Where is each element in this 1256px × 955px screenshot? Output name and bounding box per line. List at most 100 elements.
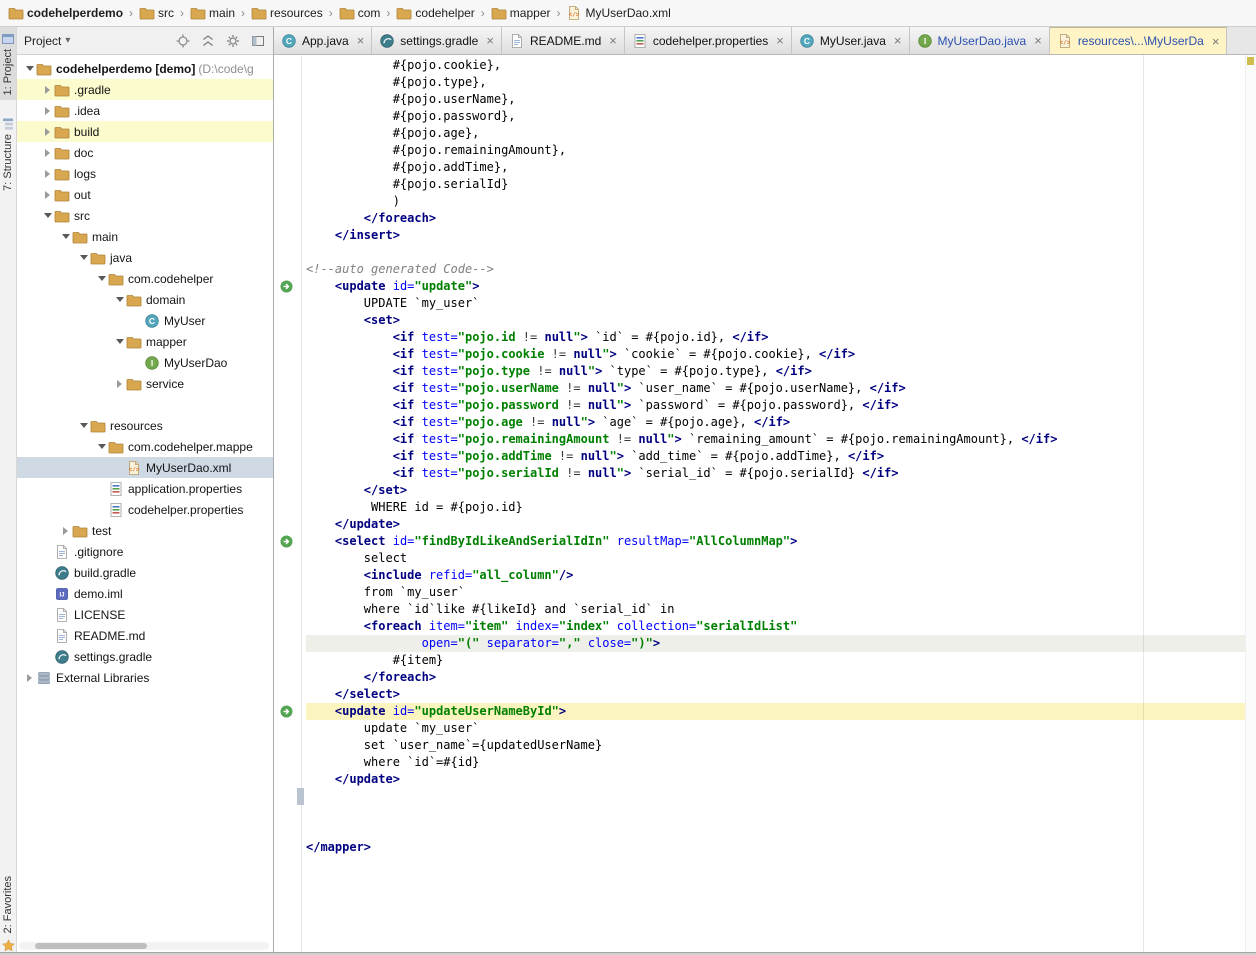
tree-row[interactable]: .gitignore (17, 541, 273, 562)
tree-toggle-arrow[interactable] (95, 436, 108, 457)
scrollbar-thumb[interactable] (35, 943, 147, 949)
statement-marker-icon[interactable] (280, 280, 293, 293)
code-line[interactable]: </set> (306, 482, 1245, 499)
code-line[interactable]: <include refid="all_column"/> (306, 567, 1245, 584)
code-line[interactable]: #{pojo.userName}, (306, 91, 1245, 108)
tree-row[interactable]: domain (17, 289, 273, 310)
code-line[interactable]: <update id="update"> (306, 278, 1245, 295)
code-line[interactable]: <!--auto generated Code--> (306, 261, 1245, 278)
code-line[interactable]: <if test="pojo.userName != null"> `user_… (306, 380, 1245, 397)
tree-row[interactable]: test (17, 520, 273, 541)
code-line[interactable]: <if test="pojo.remainingAmount != null">… (306, 431, 1245, 448)
statement-marker-icon[interactable] (280, 705, 293, 718)
locate-button[interactable] (175, 33, 191, 49)
tree-row[interactable]: codehelper.properties (17, 499, 273, 520)
tree-toggle-arrow[interactable] (113, 289, 126, 310)
close-tab-icon[interactable]: × (776, 34, 784, 47)
code-line[interactable]: open="(" separator="," close=")"> (306, 635, 1245, 652)
tree-row[interactable]: IJdemo.iml (17, 583, 273, 604)
code-line[interactable]: #{pojo.type}, (306, 74, 1245, 91)
close-tab-icon[interactable]: × (1212, 35, 1220, 48)
close-tab-icon[interactable]: × (1034, 34, 1042, 47)
code-line[interactable]: <update id="updateUserNameById"> (306, 703, 1245, 720)
code-line[interactable]: <select id="findByIdLikeAndSerialIdIn" r… (306, 533, 1245, 550)
code-line[interactable]: </select> (306, 686, 1245, 703)
tree-toggle-arrow[interactable] (23, 667, 36, 688)
tree-toggle-arrow[interactable] (59, 226, 72, 247)
code-line[interactable]: #{pojo.addTime}, (306, 159, 1245, 176)
tree-row[interactable]: logs (17, 163, 273, 184)
breadcrumb-item[interactable]: src (137, 5, 176, 21)
breadcrumb-item[interactable]: </>MyUserDao.xml (564, 5, 672, 21)
code-line[interactable]: #{pojo.age}, (306, 125, 1245, 142)
editor-tab[interactable]: README.md× (502, 27, 625, 54)
editor-tab[interactable]: CMyUser.java× (792, 27, 910, 54)
tree-toggle-arrow[interactable] (59, 520, 72, 541)
tree-row[interactable]: build.gradle (17, 562, 273, 583)
tool-button-structure[interactable]: 7: Structure (0, 112, 17, 196)
tree-toggle-arrow[interactable] (41, 100, 54, 121)
tree-row[interactable]: codehelperdemo [demo] (D:\code\g (17, 58, 273, 79)
code-line[interactable]: <if test="pojo.cookie != null"> `cookie`… (306, 346, 1245, 363)
tree-toggle-arrow[interactable] (41, 79, 54, 100)
tool-button-project[interactable]: 1: Project (0, 27, 17, 100)
close-tab-icon[interactable]: × (486, 34, 494, 47)
code-line[interactable]: <if test="pojo.serialId != null"> `seria… (306, 465, 1245, 482)
tree-row[interactable]: .idea (17, 100, 273, 121)
error-stripe[interactable] (1245, 55, 1256, 955)
code-line[interactable]: <if test="pojo.addTime != null"> `add_ti… (306, 448, 1245, 465)
code-line[interactable]: #{pojo.serialId} (306, 176, 1245, 193)
statement-marker-icon[interactable] (280, 535, 293, 548)
collapse-all-button[interactable] (200, 33, 216, 49)
tree-toggle-arrow[interactable] (95, 268, 108, 289)
code-line[interactable]: <if test="pojo.password != null"> `passw… (306, 397, 1245, 414)
tree-row[interactable]: LICENSE (17, 604, 273, 625)
tree-horizontal-scrollbar[interactable] (19, 942, 269, 950)
panel-title[interactable]: Project (24, 34, 61, 48)
code-line[interactable] (306, 244, 1245, 261)
tree-row[interactable]: External Libraries (17, 667, 273, 688)
tree-row[interactable]: </>MyUserDao.xml (17, 457, 273, 478)
tree-toggle-arrow[interactable] (41, 142, 54, 163)
code-line[interactable]: WHERE id = #{pojo.id} (306, 499, 1245, 516)
code-line[interactable]: where `id`=#{id} (306, 754, 1245, 771)
tree-toggle-arrow[interactable] (41, 121, 54, 142)
code-line[interactable]: <if test="pojo.type != null"> `type` = #… (306, 363, 1245, 380)
tree-toggle-arrow[interactable] (77, 415, 90, 436)
tree-toggle-arrow[interactable] (41, 205, 54, 226)
tree-row[interactable]: java (17, 247, 273, 268)
chevron-down-icon[interactable]: ▾ (65, 35, 70, 46)
code-line[interactable]: where `id`like #{likeId} and `serial_id`… (306, 601, 1245, 618)
tree-row[interactable]: .gradle (17, 79, 273, 100)
close-tab-icon[interactable]: × (357, 34, 365, 47)
tree-row[interactable]: mapper (17, 331, 273, 352)
code-line[interactable]: <if test="pojo.id != null"> `id` = #{poj… (306, 329, 1245, 346)
breadcrumb-item[interactable]: resources (249, 5, 325, 21)
close-tab-icon[interactable]: × (894, 34, 902, 47)
breadcrumb-item[interactable]: com (337, 5, 383, 21)
code-line[interactable]: </update> (306, 771, 1245, 788)
code-line[interactable]: from `my_user` (306, 584, 1245, 601)
code-line[interactable]: <set> (306, 312, 1245, 329)
tree-row[interactable]: build (17, 121, 273, 142)
tree-toggle-arrow[interactable] (23, 58, 36, 79)
tree-row[interactable]: out (17, 184, 273, 205)
tree-row[interactable]: README.md (17, 625, 273, 646)
breadcrumb-item[interactable]: codehelperdemo (6, 5, 125, 21)
code-line[interactable]: update `my_user` (306, 720, 1245, 737)
tree-row[interactable]: application.properties (17, 478, 273, 499)
tool-button-favorites[interactable]: 2: Favorites (1, 876, 15, 955)
code-line[interactable]: select (306, 550, 1245, 567)
editor-code[interactable]: #{pojo.cookie}, #{pojo.type}, #{pojo.use… (303, 55, 1245, 955)
tree-row[interactable]: settings.gradle (17, 646, 273, 667)
tree-row[interactable]: IMyUserDao (17, 352, 273, 373)
code-line[interactable]: #{pojo.cookie}, (306, 57, 1245, 74)
code-line[interactable] (306, 788, 1245, 805)
breadcrumb-item[interactable]: main (188, 5, 237, 21)
settings-button[interactable] (225, 33, 241, 49)
close-tab-icon[interactable]: × (609, 34, 617, 47)
code-line[interactable]: #{item} (306, 652, 1245, 669)
code-line[interactable]: </mapper> (306, 839, 1245, 856)
code-line[interactable]: </foreach> (306, 210, 1245, 227)
code-line[interactable]: </update> (306, 516, 1245, 533)
